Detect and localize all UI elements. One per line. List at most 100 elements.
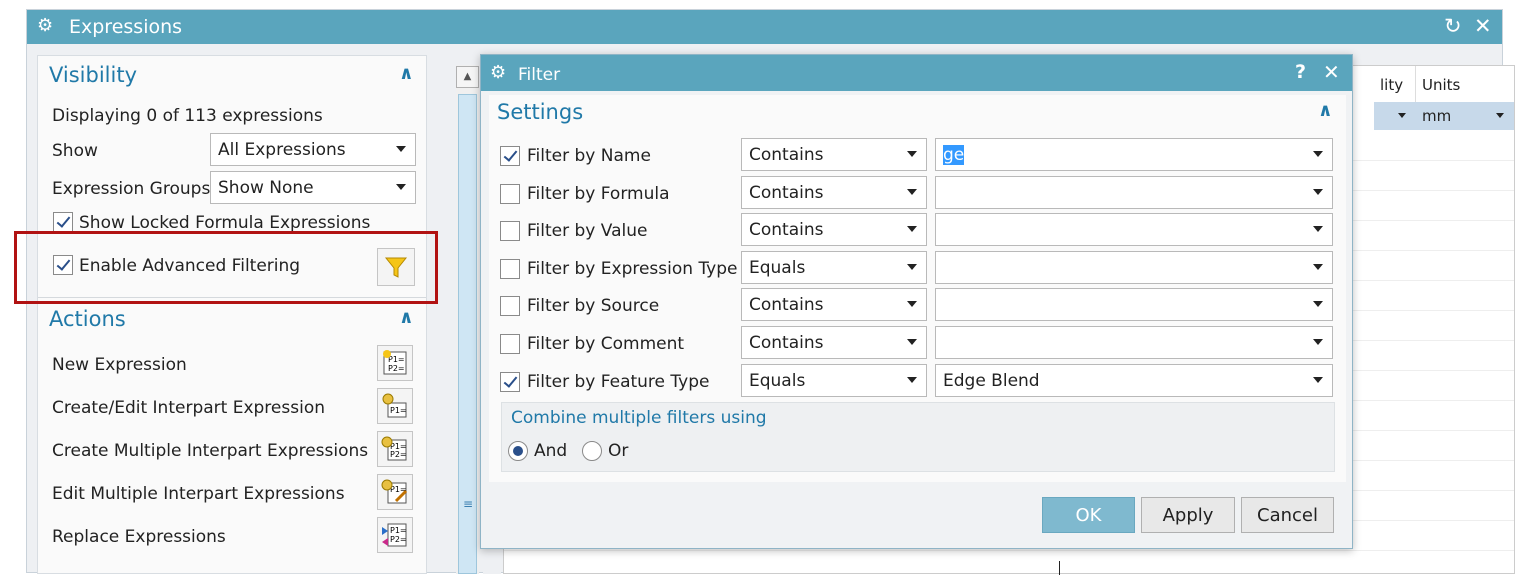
filter-value-input[interactable] [935, 326, 1333, 359]
svg-text:P1=: P1= [388, 355, 405, 364]
chevron-down-icon [907, 151, 917, 157]
filter-row: Filter by Expression Type Equals [489, 250, 1346, 286]
filter-operator-select[interactable]: Equals [741, 363, 927, 397]
chevron-down-icon [396, 184, 406, 190]
reset-icon[interactable]: ↻ [1444, 14, 1462, 38]
filter-checkbox[interactable] [500, 183, 520, 204]
filter-operator-value: Contains [749, 333, 824, 353]
filter-label: Filter by Comment [527, 334, 685, 354]
new-expression-icon[interactable]: P1= P2= [377, 345, 413, 381]
scroll-up-icon[interactable]: ▲ [456, 66, 479, 88]
chevron-down-icon [1313, 226, 1323, 233]
settings-title: Settings [497, 100, 584, 124]
gear-icon: ⚙ [37, 15, 54, 36]
action-new-expression[interactable]: New Expression [52, 355, 187, 375]
action-create-multiple-interpart[interactable]: Create Multiple Interpart Expressions [52, 441, 368, 461]
locked-formula-label: Show Locked Formula Expressions [79, 213, 371, 233]
close-icon[interactable]: ✕ [1474, 14, 1492, 38]
svg-text:P2=: P2= [388, 364, 405, 373]
action-create-edit-interpart[interactable]: Create/Edit Interpart Expression [52, 398, 325, 418]
or-radio[interactable] [582, 441, 602, 461]
ok-button[interactable]: OK [1042, 497, 1135, 533]
combine-title: Combine multiple filters using [511, 408, 767, 428]
filter-operator-value: Contains [749, 220, 824, 241]
filter-label: Filter by Value [527, 221, 648, 242]
filter-row: Filter by Comment Contains [489, 326, 1346, 361]
filter-operator-select[interactable]: Equals [741, 250, 927, 284]
settings-section: Settings ∧ Filter by Name Contains ge Filte… [489, 95, 1346, 482]
filter-operator-value: Contains [749, 145, 824, 165]
filter-value-input[interactable]: Edge Blend [935, 363, 1333, 397]
scroll-thumb[interactable]: ≡ [458, 94, 477, 574]
action-replace-expressions[interactable]: Replace Expressions [52, 527, 226, 547]
filter-checkbox[interactable] [500, 146, 520, 166]
chevron-down-icon [1313, 151, 1323, 157]
filter-value-input[interactable] [935, 213, 1333, 247]
gear-icon: ⚙ [490, 62, 507, 83]
filter-operator-select[interactable]: Contains [741, 138, 927, 171]
filter-checkbox[interactable] [500, 334, 520, 354]
filter-row: Filter by Formula Contains [489, 175, 1346, 211]
filter-value-text: ge [943, 145, 965, 165]
units-value: mm [1422, 107, 1452, 125]
filter-title-bar: ⚙ Filter ? ✕ [481, 55, 1352, 91]
window-title: Expressions [69, 16, 183, 38]
settings-collapse-icon[interactable]: ∧ [1318, 100, 1333, 121]
filter-label: Filter by Expression Type [527, 258, 738, 279]
filter-operator-value: Contains [749, 182, 824, 203]
filter-value-input[interactable] [935, 175, 1333, 209]
and-radio[interactable] [508, 441, 528, 461]
filter-value-input[interactable]: ge [935, 138, 1333, 171]
svg-text:P1=: P1= [390, 406, 407, 415]
chevron-down-icon [1398, 113, 1406, 118]
filter-label: Filter by Source [527, 296, 660, 317]
help-icon[interactable]: ? [1295, 61, 1306, 83]
filter-operator-select[interactable]: Contains [741, 213, 927, 247]
table-cell-partial[interactable] [1374, 102, 1416, 130]
filter-label: Filter by Formula [527, 183, 670, 204]
units-cell[interactable]: mm [1416, 102, 1514, 130]
filter-value-text: Edge Blend [943, 370, 1040, 391]
svg-text:P2=: P2= [390, 450, 407, 459]
filter-operator-select[interactable]: Contains [741, 175, 927, 209]
interpart-expression-icon[interactable]: P1= [377, 388, 413, 424]
replace-expressions-icon[interactable]: P1= P2= [377, 517, 413, 553]
filter-checkbox[interactable] [500, 371, 520, 392]
chevron-down-icon [907, 376, 917, 383]
action-edit-multiple-interpart[interactable]: Edit Multiple Interpart Expressions [52, 484, 345, 504]
visibility-title: Visibility [49, 63, 138, 87]
chevron-down-icon [1313, 263, 1323, 270]
filter-value-input[interactable] [935, 288, 1333, 322]
groups-select[interactable]: Show None [210, 171, 416, 204]
close-icon[interactable]: ✕ [1323, 60, 1340, 84]
left-panel-scrollbar[interactable]: ▲ ≡ [456, 65, 479, 574]
grip-icon: ≡ [463, 497, 474, 511]
svg-text:P1=: P1= [390, 526, 407, 535]
visibility-collapse-icon[interactable]: ∧ [399, 63, 414, 84]
filter-checkbox[interactable] [500, 258, 520, 279]
filter-checkbox[interactable] [500, 221, 520, 242]
left-panel: Visibility ∧ Displaying 0 of 113 express… [37, 55, 427, 574]
chevron-down-icon [1313, 339, 1323, 345]
chevron-down-icon [907, 263, 917, 270]
locked-formula-checkbox[interactable] [53, 212, 73, 232]
chevron-down-icon [1496, 113, 1504, 118]
filter-operator-select[interactable]: Contains [741, 288, 927, 322]
show-select-value: All Expressions [218, 140, 346, 160]
cancel-button[interactable]: Cancel [1241, 497, 1334, 533]
actions-collapse-icon[interactable]: ∧ [399, 307, 414, 328]
groups-label: Expression Groups [52, 179, 211, 199]
filter-value-input[interactable] [935, 250, 1333, 284]
chevron-down-icon [907, 301, 917, 308]
apply-button[interactable]: Apply [1141, 497, 1235, 533]
filter-checkbox[interactable] [500, 296, 520, 317]
filter-operator-value: Equals [749, 257, 806, 278]
filter-dialog: ⚙ Filter ? ✕ Settings ∧ Filter by Name Co… [480, 54, 1353, 549]
show-select[interactable]: All Expressions [210, 133, 416, 166]
filter-operator-select[interactable]: Contains [741, 326, 927, 359]
show-label: Show [52, 141, 98, 161]
chevron-down-icon [907, 188, 917, 195]
multiple-interpart-icon[interactable]: P1= P2= [377, 431, 413, 467]
edit-multiple-interpart-icon[interactable]: P1= [377, 474, 413, 510]
filter-row: Filter by Value Contains [489, 213, 1346, 248]
